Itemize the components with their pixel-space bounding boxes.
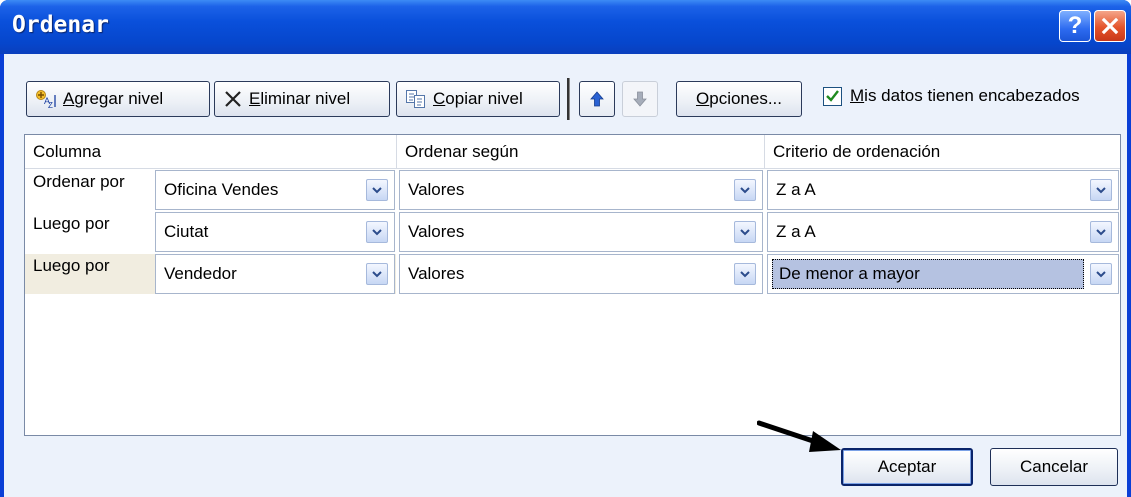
column-select-value: Vendedor bbox=[164, 264, 237, 283]
svg-text:Z: Z bbox=[48, 101, 53, 109]
headers-checkbox[interactable] bbox=[823, 86, 842, 106]
help-button[interactable]: ? bbox=[1059, 10, 1091, 42]
add-level-icon: A Z bbox=[35, 89, 57, 109]
move-up-button[interactable] bbox=[579, 81, 615, 117]
order-select-3[interactable]: De menor a mayor bbox=[767, 254, 1119, 294]
options-button[interactable]: Opciones... bbox=[676, 81, 802, 117]
arrow-pointer-icon bbox=[757, 420, 841, 452]
arrow-down-icon bbox=[633, 91, 647, 107]
chevron-down-icon[interactable] bbox=[1090, 263, 1112, 285]
options-label: pciones... bbox=[709, 89, 782, 108]
sort-on-select-value: Valores bbox=[408, 264, 465, 283]
add-level-button[interactable]: A Z Agregar nivel bbox=[26, 81, 210, 117]
chevron-down-icon[interactable] bbox=[734, 263, 756, 285]
column-select-2[interactable]: Ciutat bbox=[155, 212, 395, 252]
headers-checkbox-accel: M bbox=[850, 86, 865, 105]
options-accel: O bbox=[696, 89, 710, 108]
sort-on-select-2[interactable]: Valores bbox=[399, 212, 763, 252]
delete-level-label: liminar nivel bbox=[260, 89, 351, 108]
sort-on-select-1[interactable]: Valores bbox=[399, 170, 763, 210]
sort-dialog: Ordenar ? A Z Agregar nivel Eliminar niv… bbox=[0, 0, 1131, 497]
copy-level-accel: C bbox=[433, 89, 446, 108]
check-icon bbox=[826, 90, 839, 102]
order-select-2[interactable]: Z a A bbox=[767, 212, 1119, 252]
sort-on-select-3[interactable]: Valores bbox=[399, 254, 763, 294]
chevron-down-icon[interactable] bbox=[366, 221, 388, 243]
row-label-then-by: Luego por bbox=[33, 214, 110, 233]
window-title: Ordenar bbox=[12, 12, 109, 38]
close-button[interactable] bbox=[1094, 10, 1126, 42]
add-level-accel: A bbox=[63, 89, 75, 108]
column-select-3[interactable]: Vendedor bbox=[155, 254, 395, 294]
headers-checkbox-text: is datos tienen encabezados bbox=[864, 86, 1080, 105]
copy-level-label: opiar nivel bbox=[445, 89, 523, 108]
copy-icon bbox=[405, 89, 427, 109]
close-icon bbox=[1101, 17, 1119, 35]
column-select-value: Oficina Vendes bbox=[164, 180, 279, 199]
arrow-up-icon bbox=[590, 91, 604, 107]
chevron-down-icon[interactable] bbox=[366, 179, 388, 201]
toolbar-separator bbox=[567, 78, 570, 120]
chevron-down-icon[interactable] bbox=[734, 179, 756, 201]
header-column: Columna bbox=[25, 135, 396, 169]
row-label-sort-by: Ordenar por bbox=[33, 172, 125, 191]
order-select-value: Z a A bbox=[776, 180, 816, 199]
header-sort-on: Ordenar según bbox=[397, 135, 764, 169]
sort-levels-grid: Columna Ordenar según Criterio de ordena… bbox=[24, 134, 1121, 436]
row-label-text: Luego por bbox=[33, 256, 110, 275]
column-select-value: Ciutat bbox=[164, 222, 209, 241]
chevron-down-icon[interactable] bbox=[734, 221, 756, 243]
chevron-down-icon[interactable] bbox=[1090, 221, 1112, 243]
title-bar[interactable]: Ordenar ? bbox=[0, 0, 1131, 54]
header-order: Criterio de ordenación bbox=[765, 135, 1120, 169]
headers-checkbox-group[interactable]: Mis datos tienen encabezados bbox=[823, 86, 1080, 106]
delete-level-button[interactable]: Eliminar nivel bbox=[214, 81, 390, 117]
column-select-1[interactable]: Oficina Vendes bbox=[155, 170, 395, 210]
headers-checkbox-label: Mis datos tienen encabezados bbox=[850, 86, 1080, 106]
copy-level-button[interactable]: Copiar nivel bbox=[396, 81, 560, 117]
move-down-button[interactable] bbox=[622, 81, 658, 117]
cancel-button[interactable]: Cancelar bbox=[990, 448, 1118, 486]
ok-label: Aceptar bbox=[877, 457, 937, 476]
sort-on-select-value: Valores bbox=[408, 180, 465, 199]
x-icon bbox=[223, 89, 243, 109]
order-select-1[interactable]: Z a A bbox=[767, 170, 1119, 210]
chevron-down-icon[interactable] bbox=[1090, 179, 1112, 201]
cancel-label: Cancelar bbox=[1019, 457, 1089, 476]
order-select-focused-value: De menor a mayor bbox=[772, 259, 1084, 289]
add-level-label: gregar nivel bbox=[74, 89, 164, 108]
sort-on-select-value: Valores bbox=[408, 222, 465, 241]
help-icon: ? bbox=[1067, 12, 1083, 39]
ok-button[interactable]: Aceptar bbox=[841, 448, 973, 486]
chevron-down-icon[interactable] bbox=[366, 263, 388, 285]
order-select-value: Z a A bbox=[776, 222, 816, 241]
delete-level-accel: E bbox=[249, 89, 261, 108]
